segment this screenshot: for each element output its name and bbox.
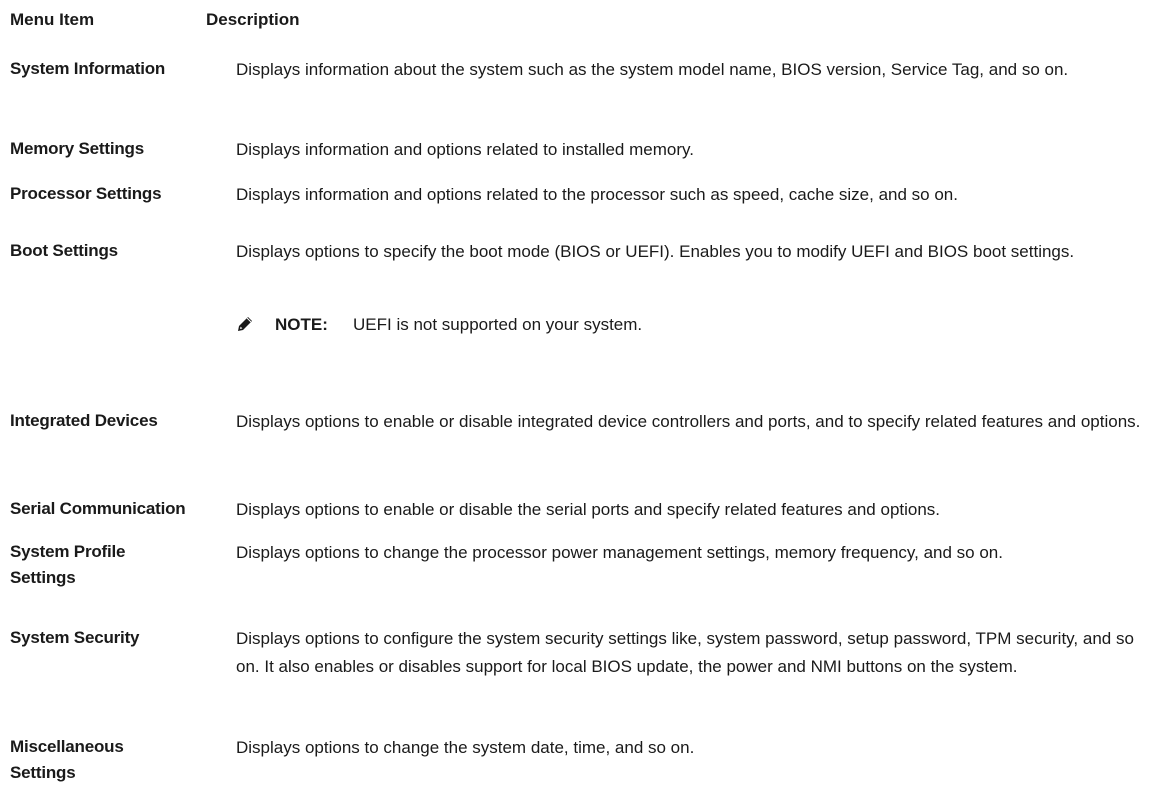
row-item-system-security: System Security	[10, 628, 140, 647]
row-description: Displays options to enable or disable th…	[236, 500, 941, 519]
header-description: Description	[206, 10, 300, 29]
row-description: Displays options to specify the boot mod…	[236, 242, 1075, 261]
row-item-integrated-devices: Integrated Devices	[10, 411, 158, 430]
row-item-processor-settings: Processor Settings	[10, 184, 162, 203]
row-item-boot-settings: Boot Settings	[10, 241, 118, 260]
row-description: Displays information and options related…	[236, 185, 958, 204]
row-description: Displays options to configure the system…	[236, 629, 1134, 676]
row-description: Displays options to enable or disable in…	[236, 412, 1141, 431]
row-item-miscellaneous-settings: Miscellaneous Settings	[10, 737, 124, 782]
note-label: NOTE:	[275, 315, 328, 334]
row-item-system-information: System Information	[10, 59, 166, 78]
menu-description-table: Menu Item Description System Information…	[0, 0, 1153, 790]
row-description: Displays information about the system su…	[236, 60, 1069, 79]
pencil-note-icon	[238, 317, 252, 331]
row-item-memory-settings: Memory Settings	[10, 139, 144, 158]
row-description: Displays options to change the system da…	[236, 738, 695, 757]
note-text: UEFI is not supported on your system.	[353, 315, 643, 334]
header-menu-item: Menu Item	[10, 10, 95, 29]
row-description: Displays information and options related…	[236, 140, 694, 159]
row-item-serial-communication: Serial Communication	[10, 499, 186, 518]
row-description: Displays options to change the processor…	[236, 543, 1003, 562]
row-item-system-profile-settings: System Profile Settings	[10, 542, 126, 587]
